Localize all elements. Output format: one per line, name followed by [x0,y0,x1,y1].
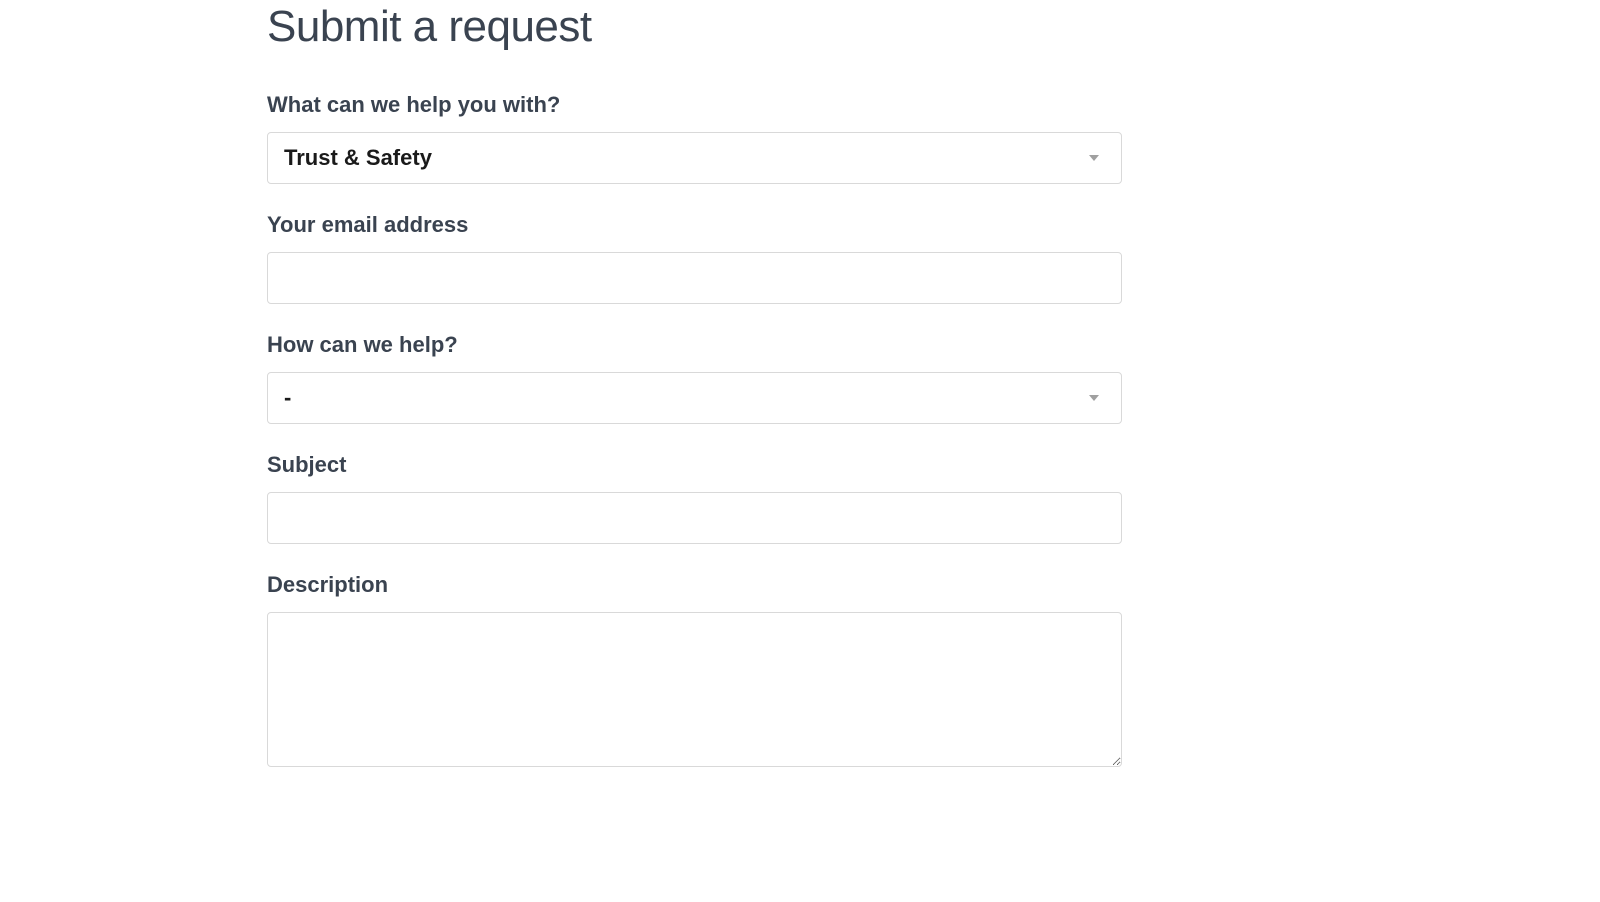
subject-group: Subject [267,452,1122,544]
email-group: Your email address [267,212,1122,304]
how-help-value: - [284,385,1089,411]
page-title: Submit a request [267,2,1122,52]
help-with-group: What can we help you with? Trust & Safet… [267,92,1122,184]
description-field[interactable] [267,612,1122,767]
how-help-group: How can we help? - [267,332,1122,424]
help-with-value: Trust & Safety [284,145,1089,171]
chevron-down-icon [1089,155,1099,161]
help-with-select[interactable]: Trust & Safety [267,132,1122,184]
how-help-select[interactable]: - [267,372,1122,424]
email-field[interactable] [267,252,1122,304]
how-help-label: How can we help? [267,332,1122,358]
help-with-label: What can we help you with? [267,92,1122,118]
description-group: Description [267,572,1122,772]
subject-label: Subject [267,452,1122,478]
subject-field[interactable] [267,492,1122,544]
description-label: Description [267,572,1122,598]
chevron-down-icon [1089,395,1099,401]
email-label: Your email address [267,212,1122,238]
